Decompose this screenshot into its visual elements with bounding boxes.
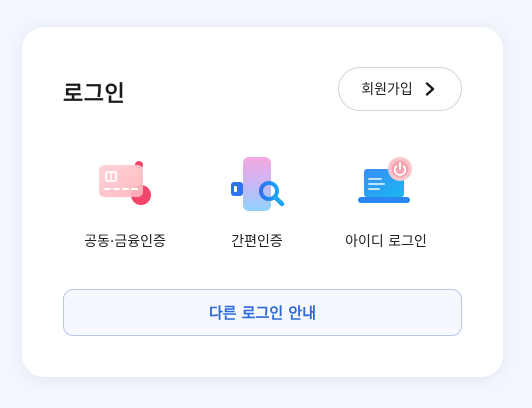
id-login-label: 아이디 로그인 (345, 234, 427, 250)
certificate-card-icon (99, 161, 151, 205)
page-title: 로그인 (63, 82, 126, 107)
login-methods: 공동·금융인증 간편인증 아이디 로그인 (22, 153, 503, 263)
other-login-guide-label: 다른 로그인 안내 (208, 304, 317, 322)
other-login-guide-button[interactable]: 다른 로그인 안내 (63, 289, 462, 336)
simple-auth-label: 간편인증 (231, 234, 283, 250)
signup-button[interactable]: 회원가입 (338, 67, 462, 111)
id-login-option[interactable]: 아이디 로그인 (321, 153, 451, 253)
login-card: 로그인 회원가입 공동·금융인증 간편인증 아이디 로그인 다른 로그인 안내 (22, 27, 503, 377)
chevron-right-icon (425, 82, 439, 96)
phone-search-icon (231, 157, 285, 211)
certificate-login-label: 공동·금융인증 (84, 234, 166, 250)
signup-button-label: 회원가입 (361, 82, 413, 98)
certificate-login-option[interactable]: 공동·금융인증 (60, 153, 190, 253)
simple-auth-option[interactable]: 간편인증 (192, 153, 322, 253)
laptop-power-icon (358, 157, 412, 203)
